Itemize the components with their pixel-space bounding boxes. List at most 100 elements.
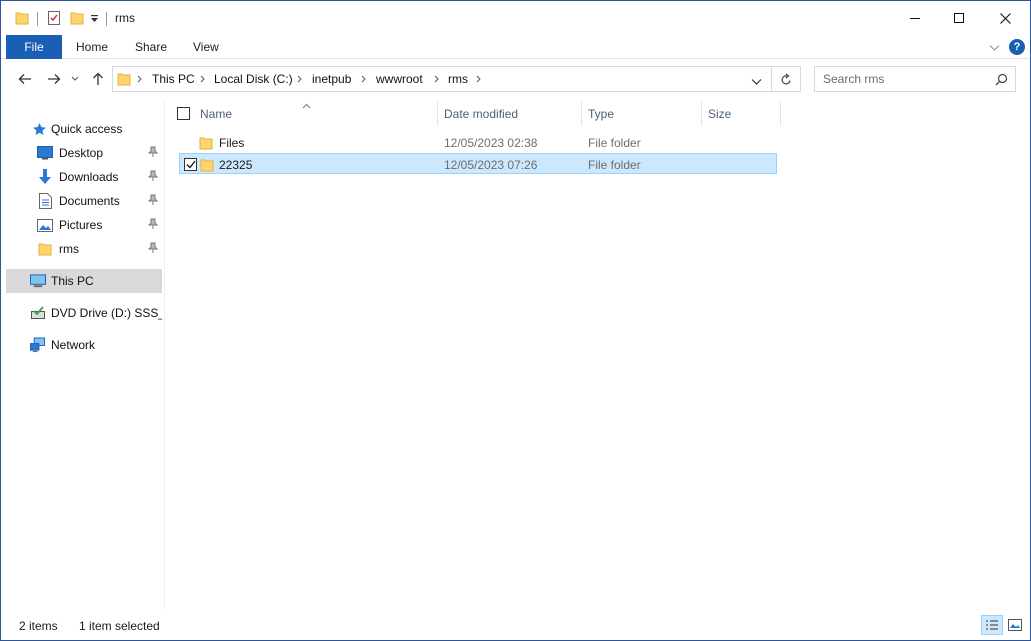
chevron-right-icon[interactable] — [476, 67, 482, 91]
folder-icon — [117, 71, 131, 90]
tab-home[interactable]: Home — [76, 35, 108, 59]
nav-label: Quick access — [51, 122, 123, 136]
maximize-button[interactable] — [936, 1, 982, 35]
search-input[interactable] — [823, 72, 995, 86]
column-divider[interactable] — [701, 101, 702, 126]
expand-ribbon-icon[interactable] — [989, 41, 1000, 55]
large-icons-view-button[interactable] — [1004, 615, 1026, 635]
breadcrumb-rms[interactable]: rms — [448, 67, 468, 91]
chevron-right-icon[interactable] — [434, 67, 440, 91]
maximize-icon — [954, 13, 964, 23]
computer-icon — [30, 273, 46, 289]
chevron-down-icon — [71, 76, 79, 81]
window-title: rms — [115, 11, 135, 25]
chevron-right-icon[interactable] — [200, 67, 206, 91]
close-button[interactable] — [982, 1, 1028, 35]
recent-locations-button[interactable] — [68, 69, 82, 89]
pin-icon[interactable] — [147, 170, 159, 185]
pin-icon[interactable] — [147, 242, 159, 257]
nav-item-rms[interactable]: rms — [6, 237, 162, 261]
file-date: 12/05/2023 07:26 — [444, 157, 538, 172]
file-name[interactable]: Files — [219, 132, 244, 153]
nav-dvd-drive[interactable]: DVD Drive (D:) SSS_X6 — [6, 301, 162, 325]
nav-quick-access[interactable]: Quick access — [6, 117, 162, 141]
pin-icon[interactable] — [147, 218, 159, 233]
address-history-icon[interactable] — [751, 75, 762, 89]
column-header-name[interactable]: Name — [200, 101, 436, 126]
folder-icon — [199, 132, 213, 153]
checkmark-icon — [186, 160, 196, 169]
explorer-window: rms File Home Share View ? This PC Local… — [0, 0, 1031, 641]
arrow-up-icon — [93, 72, 103, 85]
star-icon — [31, 121, 47, 137]
file-row-22325[interactable]: 22325 12/05/2023 07:26 File folder — [179, 153, 777, 174]
minimize-button[interactable] — [892, 1, 938, 35]
network-icon — [30, 337, 46, 353]
downloads-icon — [37, 169, 53, 185]
search-box[interactable] — [814, 66, 1016, 92]
nav-label: Desktop — [59, 146, 104, 160]
chevron-right-icon[interactable] — [137, 67, 143, 91]
nav-item-downloads[interactable]: Downloads — [6, 165, 162, 189]
chevron-right-icon[interactable] — [297, 67, 303, 91]
column-divider[interactable] — [780, 101, 781, 126]
folder-icon — [200, 154, 214, 175]
nav-label: DVD Drive (D:) SSS_X6 — [51, 306, 162, 320]
file-row-files[interactable]: Files 12/05/2023 02:38 File folder — [179, 132, 777, 153]
details-view-icon — [986, 620, 998, 630]
back-button[interactable] — [15, 69, 35, 89]
checkbox[interactable] — [184, 158, 197, 171]
nav-network[interactable]: Network — [6, 333, 162, 357]
breadcrumb-this-pc[interactable]: This PC — [152, 67, 195, 91]
tab-view[interactable]: View — [193, 35, 219, 59]
title-bar: rms — [1, 1, 1030, 35]
breadcrumb-local-disk[interactable]: Local Disk (C:) — [214, 67, 293, 91]
title-separator — [106, 12, 107, 26]
nav-item-documents[interactable]: Documents — [6, 189, 162, 213]
item-count: 2 items — [19, 619, 58, 633]
desktop-icon — [37, 145, 53, 161]
arrow-left-icon — [18, 74, 31, 84]
navigation-pane: Quick access Desktop Downloads Documents — [1, 101, 165, 609]
customize-qat-icon[interactable] — [90, 13, 99, 27]
nav-item-desktop[interactable]: Desktop — [6, 141, 162, 165]
address-bar[interactable]: This PC Local Disk (C:) inetpub wwwroot … — [112, 66, 772, 92]
close-icon — [999, 12, 1011, 24]
file-date: 12/05/2023 02:38 — [444, 135, 538, 150]
nav-label: rms — [59, 242, 79, 256]
nav-item-pictures[interactable]: Pictures — [6, 213, 162, 237]
chevron-right-icon[interactable] — [361, 67, 367, 91]
new-folder-icon[interactable] — [70, 10, 84, 29]
pin-icon[interactable] — [147, 146, 159, 161]
properties-icon[interactable] — [47, 10, 61, 29]
forward-button[interactable] — [44, 69, 64, 89]
search-icon[interactable] — [995, 73, 1008, 86]
selection-count: 1 item selected — [79, 619, 160, 633]
column-divider[interactable] — [437, 101, 438, 126]
column-header-size[interactable]: Size — [708, 101, 780, 126]
tab-file[interactable]: File — [6, 35, 62, 59]
details-view-button[interactable] — [981, 615, 1003, 635]
breadcrumb-inetpub[interactable]: inetpub — [312, 67, 351, 91]
nav-label: Downloads — [59, 170, 119, 184]
select-all-checkbox[interactable] — [177, 101, 190, 126]
documents-icon — [37, 193, 53, 209]
refresh-button[interactable] — [772, 66, 801, 92]
ribbon-tabs: File Home Share View ? — [1, 35, 1030, 59]
column-divider[interactable] — [581, 101, 582, 126]
pin-icon[interactable] — [147, 194, 159, 209]
column-header-date[interactable]: Date modified — [444, 101, 580, 126]
file-type: File folder — [588, 135, 641, 150]
dvd-drive-icon — [30, 305, 46, 321]
minimize-icon — [910, 18, 920, 19]
help-icon[interactable]: ? — [1009, 39, 1025, 55]
tab-share[interactable]: Share — [135, 35, 167, 59]
checkbox[interactable] — [177, 107, 190, 120]
nav-this-pc[interactable]: This PC — [6, 269, 162, 293]
breadcrumb-wwwroot[interactable]: wwwroot — [376, 67, 423, 91]
column-header-type[interactable]: Type — [588, 101, 700, 126]
up-button[interactable] — [88, 69, 108, 89]
file-name[interactable]: 22325 — [219, 154, 252, 175]
row-checkbox[interactable] — [184, 154, 197, 175]
nav-label: Network — [51, 338, 96, 352]
